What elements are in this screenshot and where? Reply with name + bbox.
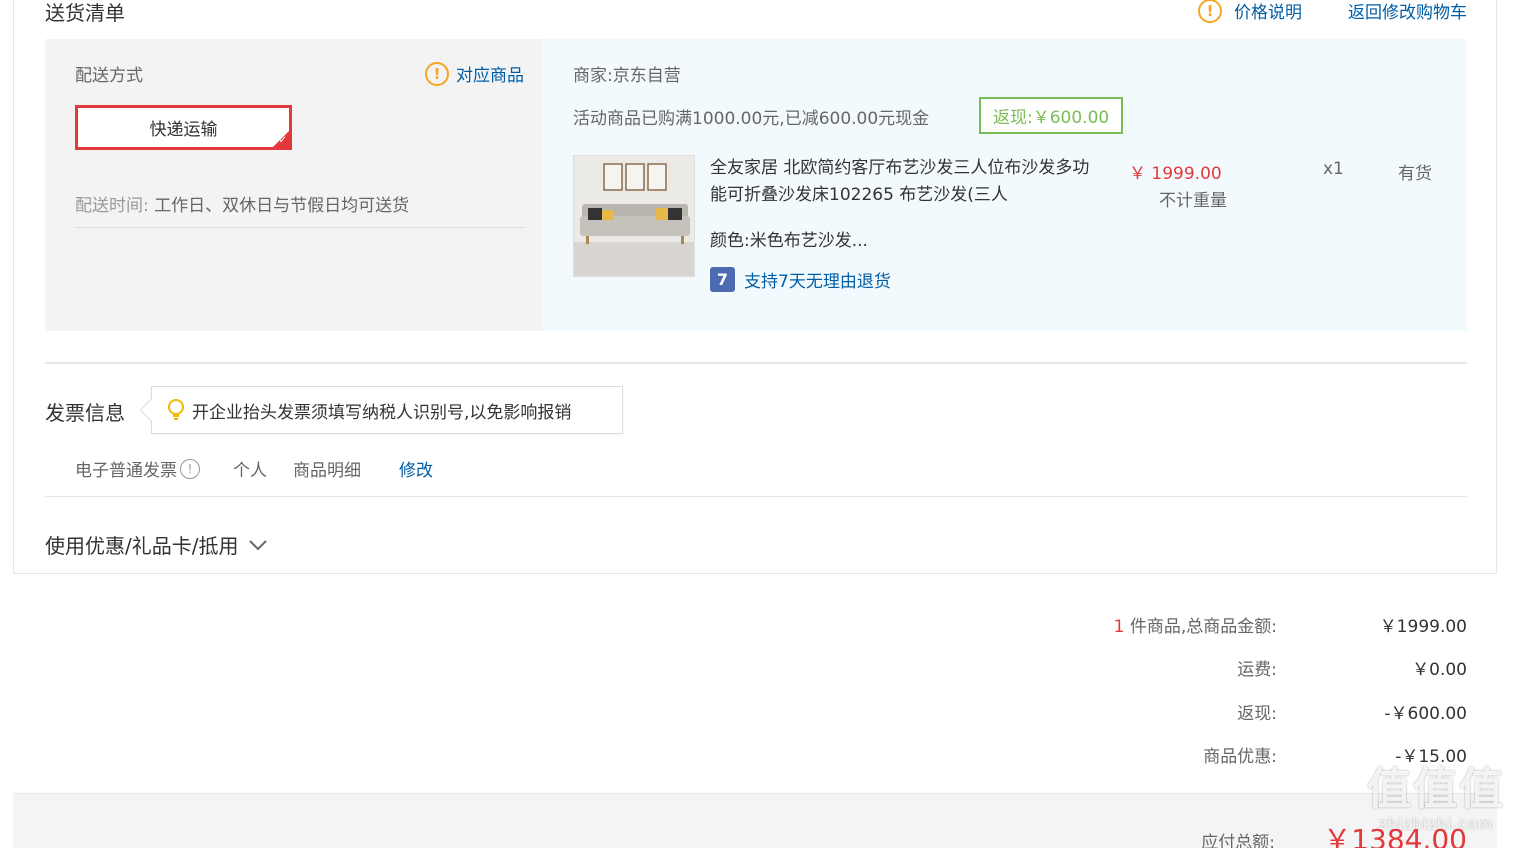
back-to-cart-link[interactable]: 返回修改购物车 bbox=[1348, 0, 1467, 23]
invoice-edit-link[interactable]: 修改 bbox=[399, 456, 433, 481]
return-policy: 7 支持7天无理由退货 bbox=[710, 267, 891, 292]
cashback-label: 返现: bbox=[1237, 704, 1277, 724]
warning-icon: ! bbox=[425, 61, 449, 86]
price-note-link[interactable]: 价格说明 bbox=[1234, 0, 1302, 23]
cashback-value: -￥600.00 bbox=[1384, 704, 1467, 724]
goods-panel: 商家:京东自营 活动商品已购满1000.00元,已减600.00元现金 返现:￥… bbox=[542, 39, 1467, 331]
watermark-site: zhizhizhi.com bbox=[1378, 815, 1494, 833]
delivery-method-label: 配送方式 bbox=[75, 66, 143, 86]
cashback-row: 返现: -￥600.00 bbox=[977, 699, 1467, 724]
invoice-type: 电子普通发票 bbox=[75, 461, 177, 481]
invoice-header: 个人 bbox=[233, 461, 267, 481]
invoice-details: 电子普通发票 ! 个人 商品明细 修改 bbox=[75, 456, 433, 481]
info-icon[interactable]: ! bbox=[180, 458, 200, 479]
warning-icon: ! bbox=[1198, 0, 1222, 23]
shipping-label: 运费: bbox=[1237, 660, 1277, 680]
total-label: 应付总额: bbox=[1201, 833, 1275, 848]
section-title: 送货清单 bbox=[45, 1, 125, 25]
cashback-badge: 返现:￥600.00 bbox=[979, 97, 1124, 134]
product-price: ￥ 1999.00 bbox=[1129, 164, 1222, 184]
shipping-row: 运费: ￥0.00 bbox=[977, 655, 1467, 680]
delivery-panel: 配送方式 ! 对应商品 快递运输 ✓ 配送时间: 工作日、双休日与节假日均可送货 bbox=[45, 39, 542, 331]
item-count-label: 件商品,总商品金额: bbox=[1124, 617, 1277, 637]
delivery-time-value: 工作日、双休日与节假日均可送货 bbox=[154, 196, 410, 216]
product-image[interactable] bbox=[573, 155, 695, 277]
invoice-tip: 开企业抬头发票须填写纳税人识别号,以免影响报销 bbox=[139, 386, 623, 434]
product-quantity: x1 bbox=[1323, 159, 1344, 179]
coupon-label: 使用优惠/礼品卡/抵用 bbox=[45, 534, 239, 558]
promo-text: 活动商品已购满1000.00元,已减600.00元现金 bbox=[573, 109, 930, 129]
corresponding-goods-label: 对应商品 bbox=[456, 66, 524, 86]
goods-total-label: 1 件商品,总商品金额: bbox=[977, 612, 1277, 637]
discount-label: 商品优惠: bbox=[1203, 747, 1277, 767]
product-weight: 不计重量 bbox=[1159, 191, 1227, 211]
goods-total-value: ￥1999.00 bbox=[1379, 617, 1467, 637]
invoice-tip-text: 开企业抬头发票须填写纳税人识别号,以免影响报销 bbox=[192, 402, 572, 423]
lightbulb-icon bbox=[166, 398, 186, 422]
express-delivery-label: 快递运输 bbox=[149, 120, 218, 140]
divider bbox=[45, 362, 1467, 364]
product-color: 颜色:米色布艺沙发... bbox=[710, 231, 868, 251]
delivery-time-label: 配送时间: bbox=[75, 196, 149, 216]
delivery-time: 配送时间: 工作日、双休日与节假日均可送货 bbox=[75, 191, 409, 216]
divider bbox=[45, 496, 1467, 497]
express-delivery-option[interactable]: 快递运输 ✓ bbox=[75, 105, 292, 150]
chevron-down-icon bbox=[248, 539, 268, 551]
product-name-link[interactable]: 全友家居 北欧简约客厅布艺沙发三人位布沙发多功能可折叠沙发床102265 布艺沙… bbox=[710, 155, 1090, 209]
header-links: ! 价格说明 返回修改购物车 bbox=[1198, 0, 1467, 23]
coupon-toggle[interactable]: 使用优惠/礼品卡/抵用 bbox=[45, 530, 268, 559]
stock-status: 有货 bbox=[1398, 164, 1432, 184]
seller-name: 商家:京东自营 bbox=[573, 66, 681, 86]
checkmark-icon: ✓ bbox=[278, 135, 287, 146]
watermark-logo: 值值值 bbox=[1367, 764, 1505, 815]
invoice-title: 发票信息 bbox=[45, 401, 125, 425]
watermark: 值值值 zhizhizhi.com bbox=[1367, 764, 1505, 834]
corresponding-goods-link[interactable]: ! 对应商品 bbox=[425, 61, 524, 86]
item-count: 1 bbox=[1113, 617, 1125, 637]
divider bbox=[75, 227, 525, 228]
invoice-content: 商品明细 bbox=[293, 461, 361, 481]
seven-day-return-icon: 7 bbox=[710, 267, 735, 292]
shipping-value: ￥0.00 bbox=[1412, 660, 1467, 680]
return-policy-label: 支持7天无理由退货 bbox=[744, 272, 891, 292]
goods-total-row: 1 件商品,总商品金额: ￥1999.00 bbox=[977, 612, 1467, 637]
sofa-picture bbox=[574, 156, 694, 276]
